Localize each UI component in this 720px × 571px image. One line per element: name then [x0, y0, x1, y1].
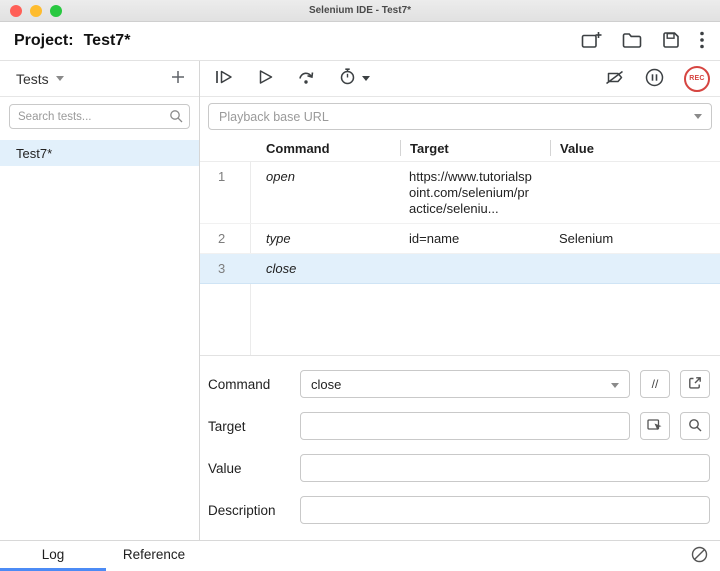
row-number: 2 [200, 224, 250, 253]
tests-dropdown-caret-icon[interactable] [56, 76, 64, 81]
run-all-tests-button[interactable] [214, 69, 234, 88]
content-area: REC Command Target Value 1 [200, 61, 720, 540]
project-label: Project: [14, 32, 74, 50]
value-input[interactable] [300, 454, 710, 482]
window-title: Selenium IDE - Test7* [0, 5, 720, 16]
close-window-button[interactable] [10, 5, 22, 17]
save-icon [662, 31, 680, 52]
test-list: Test7* [0, 133, 199, 540]
circle-slash-icon [691, 546, 708, 566]
pause-on-exceptions-button[interactable] [645, 68, 664, 90]
table-row-selected[interactable]: 3 close [200, 254, 720, 284]
disable-breakpoints-button[interactable] [604, 70, 625, 88]
playback-base-url-input[interactable] [208, 103, 712, 130]
row-command: open [250, 162, 400, 223]
open-in-new-icon [688, 376, 702, 393]
plus-icon [171, 70, 185, 87]
add-test-button[interactable] [171, 70, 185, 87]
command-select-value: close [311, 377, 341, 392]
find-target-button[interactable] [680, 412, 710, 440]
tab-log[interactable]: Log [0, 541, 106, 571]
value-field-label: Value [208, 461, 300, 476]
command-field-label: Command [208, 377, 300, 392]
step-over-icon [297, 69, 315, 88]
description-field-label: Description [208, 503, 300, 518]
search-tests-input[interactable] [9, 104, 190, 129]
header-command: Command [250, 141, 400, 156]
row-value [550, 254, 720, 283]
target-input[interactable] [300, 412, 630, 440]
test-list-item[interactable]: Test7* [0, 140, 199, 166]
header-value: Value [550, 140, 720, 156]
project-name: Test7* [84, 32, 131, 50]
footer-bar: Log Reference [0, 540, 720, 571]
open-in-new-window-button[interactable] [680, 370, 710, 398]
tests-label: Tests [16, 71, 49, 87]
open-folder-icon [622, 31, 642, 52]
clear-log-button[interactable] [691, 546, 708, 566]
open-project-button[interactable] [622, 31, 642, 52]
app-header: Project: Test7* [0, 22, 720, 60]
save-project-button[interactable] [662, 31, 680, 52]
more-options-button[interactable] [700, 31, 704, 52]
tab-reference[interactable]: Reference [106, 541, 202, 571]
kebab-menu-icon [700, 31, 704, 52]
row-target: https://www.tutorialspoint.com/selenium/… [400, 162, 550, 223]
new-project-button[interactable] [581, 31, 602, 52]
row-command: close [250, 254, 400, 283]
run-all-icon [214, 69, 234, 88]
selenium-ide-window: Selenium IDE - Test7* Project: Test7* [0, 0, 720, 571]
table-row[interactable]: 2 type id=name Selenium [200, 224, 720, 254]
row-number: 3 [200, 254, 250, 283]
tests-sidebar: Tests Test7* [0, 61, 200, 540]
play-icon [258, 69, 273, 88]
command-detail-form: Command close // Target [200, 355, 720, 540]
zoom-window-button[interactable] [50, 5, 62, 17]
pause-circle-icon [645, 68, 664, 90]
disable-breakpoints-icon [604, 70, 625, 88]
description-input[interactable] [300, 496, 710, 524]
command-select-caret-icon [611, 383, 619, 388]
row-command: type [250, 224, 400, 253]
record-button[interactable]: REC [684, 66, 710, 92]
search-icon [169, 109, 183, 128]
playback-toolbar: REC [200, 61, 720, 97]
command-select[interactable]: close [300, 370, 630, 398]
header-target: Target [400, 140, 550, 156]
step-over-button[interactable] [297, 69, 315, 88]
command-table-body: 1 open https://www.tutorialspoint.com/se… [200, 162, 720, 355]
row-target: id=name [400, 224, 550, 253]
url-dropdown-caret-icon[interactable] [694, 114, 702, 119]
new-project-icon [581, 31, 602, 52]
comment-toggle-button[interactable]: // [640, 370, 670, 398]
speed-dropdown-caret-icon [362, 76, 370, 81]
select-target-button[interactable] [640, 412, 670, 440]
row-value: Selenium [550, 224, 720, 253]
target-field-label: Target [208, 419, 300, 434]
command-table-header: Command Target Value [200, 135, 720, 162]
find-icon [688, 418, 702, 435]
titlebar: Selenium IDE - Test7* [0, 0, 720, 22]
test-speed-control[interactable] [339, 68, 370, 90]
table-row[interactable]: 1 open https://www.tutorialspoint.com/se… [200, 162, 720, 224]
row-target [400, 254, 550, 283]
select-target-icon [647, 418, 663, 435]
row-number: 1 [200, 162, 250, 223]
playback-url-row [200, 97, 720, 135]
run-current-test-button[interactable] [258, 69, 273, 88]
minimize-window-button[interactable] [30, 5, 42, 17]
traffic-lights [10, 5, 62, 17]
stopwatch-icon [339, 68, 356, 90]
row-value [550, 162, 720, 223]
main-area: Tests Test7* [0, 60, 720, 540]
